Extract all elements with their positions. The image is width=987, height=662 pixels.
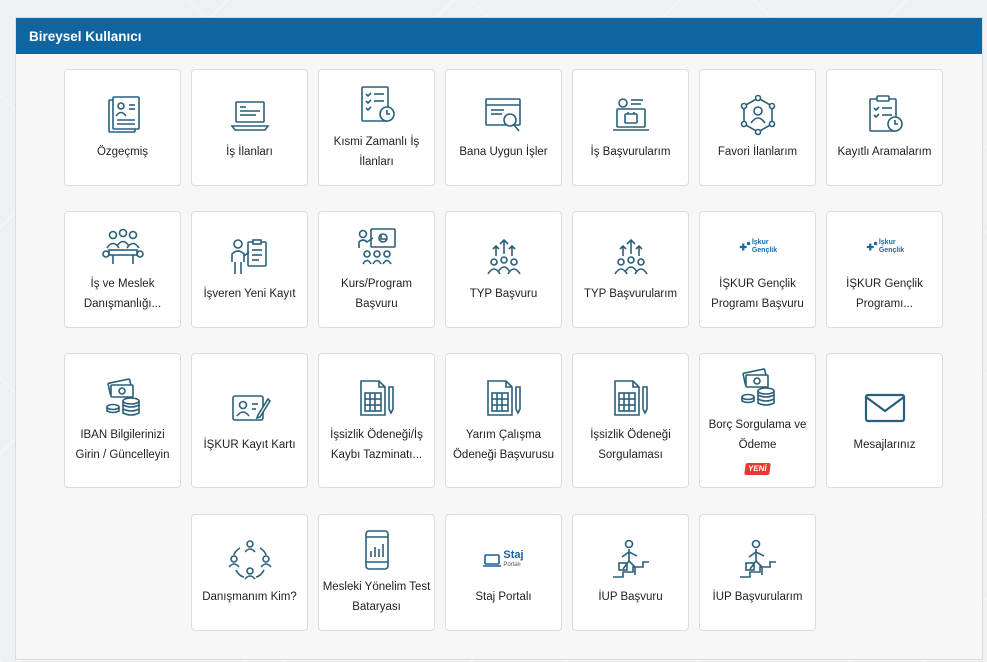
- money-coins-icon: [101, 377, 145, 419]
- tile-label: Kısmi Zamanlı İş İlanları: [333, 135, 420, 168]
- brand-line2: Gençlik: [878, 246, 905, 254]
- briefcase-laptop-icon: [609, 94, 653, 136]
- classroom-board-icon: [355, 226, 399, 268]
- tile-label: IBAN Bilgilerinizi Girin / Güncelleyin: [75, 428, 170, 461]
- tile-iskur-kayit-karti[interactable]: İŞKUR Kayıt Kartı: [191, 353, 308, 488]
- staj-logo-text: Staj: [503, 548, 524, 561]
- iskur-genclik-logo: İşkur Gençlik: [738, 226, 777, 268]
- tile-iup-basvuru[interactable]: İUP Başvuru: [572, 514, 689, 631]
- id-card-pen-icon: [228, 387, 272, 429]
- tile-label: Kayıtlı Aramalarım: [837, 145, 932, 158]
- tile-iskur-genclik-basvuru[interactable]: İşkur Gençlik İŞKUR Gençlik Programı Başv…: [699, 211, 816, 328]
- tile-iban-bilgileri[interactable]: IBAN Bilgilerinizi Girin / Güncelleyin: [64, 353, 181, 488]
- resume-icon: [101, 94, 145, 136]
- staj-logo-sub: Portalı: [503, 561, 521, 568]
- tile-label: İş İlanları: [226, 145, 273, 158]
- tile-label: Staj Portalı: [475, 590, 532, 603]
- tile-label: Yarım Çalışma Ödeneği Başvurusu: [452, 428, 554, 461]
- tile-kismi-zamanli[interactable]: Kısmi Zamanlı İş İlanları: [318, 69, 435, 186]
- brand-line1: İşkur: [878, 238, 896, 246]
- envelope-icon: [863, 387, 907, 429]
- brand-line2: Gençlik: [751, 246, 778, 254]
- tile-iup-basvurularim[interactable]: İUP Başvurularım: [699, 514, 816, 631]
- tile-bana-uygun[interactable]: Bana Uygun İşler: [445, 69, 562, 186]
- tile-label: TYP Başvurularım: [583, 287, 678, 300]
- document-calculator-icon: [355, 377, 399, 419]
- panel-title: Bireysel Kullanıcı: [29, 28, 142, 44]
- money-coins-icon: [736, 367, 780, 409]
- tile-yarim-calisma[interactable]: Yarım Çalışma Ödeneği Başvurusu: [445, 353, 562, 488]
- meeting-icon: [101, 226, 145, 268]
- tile-label: Mesleki Yönelim Test Bataryası: [322, 580, 431, 613]
- tile-label: İşsizlik Ödeneği/İş Kaybı Tazminatı...: [330, 428, 423, 461]
- smartphone-chart-icon: [355, 529, 399, 571]
- document-calculator-icon: [609, 377, 653, 419]
- tile-ozgecmis[interactable]: Özgeçmiş: [64, 69, 181, 186]
- tile-isveren-yeni-kayit[interactable]: İşveren Yeni Kayıt: [191, 211, 308, 328]
- tile-is-meslek-danismanligi[interactable]: İş ve Meslek Danışmanlığı...: [64, 211, 181, 328]
- network-person-icon: [736, 94, 780, 136]
- iskur-genclik-logo: İşkur Gençlik: [865, 226, 904, 268]
- tile-label: Özgeçmiş: [96, 145, 149, 158]
- panel-header: Bireysel Kullanıcı: [16, 18, 982, 54]
- tile-borc-sorgulama[interactable]: Borç Sorgulama ve Ödeme YENİ: [699, 353, 816, 488]
- bireysel-kullanici-panel: Bireysel Kullanıcı Özgeçmiş İş İlanları …: [15, 17, 983, 660]
- checklist-clock-icon: [355, 84, 399, 126]
- tile-label: İUP Başvurularım: [712, 590, 803, 603]
- tile-label: İŞKUR Gençlik Programı...: [846, 277, 923, 310]
- staj-portali-logo: Staj Portalı: [483, 539, 524, 581]
- tile-label: Mesajlarınız: [853, 438, 916, 451]
- document-calculator-icon: [482, 377, 526, 419]
- new-badge: YENİ: [744, 462, 771, 475]
- tile-label: Favori İlanlarım: [717, 145, 798, 158]
- tile-typ-basvuru[interactable]: TYP Başvuru: [445, 211, 562, 328]
- tile-label: Danışmanım Kim?: [202, 590, 297, 603]
- tile-label: Bana Uygun İşler: [459, 145, 548, 158]
- tile-is-ilanlari[interactable]: İş İlanları: [191, 69, 308, 186]
- tile-mesleki-yonelim[interactable]: Mesleki Yönelim Test Bataryası: [318, 514, 435, 631]
- tile-label: İŞKUR Gençlik Programı Başvuru: [711, 277, 804, 310]
- tile-label: İŞKUR Kayıt Kartı: [203, 438, 296, 451]
- tile-label: İş ve Meslek Danışmanlığı...: [83, 277, 162, 310]
- tile-label: İUP Başvuru: [598, 590, 663, 603]
- brand-line1: İşkur: [751, 238, 769, 246]
- tile-danismanim-kim[interactable]: Danışmanım Kim?: [191, 514, 308, 631]
- tile-is-basvurularim[interactable]: İş Başvurularım: [572, 69, 689, 186]
- tile-label: İşveren Yeni Kayıt: [203, 287, 296, 300]
- tile-issizlik-odenegi-is-kaybi[interactable]: İşsizlik Ödeneği/İş Kaybı Tazminatı...: [318, 353, 435, 488]
- climbing-stairs-icon: [736, 539, 780, 581]
- tile-label: TYP Başvuru: [469, 287, 538, 300]
- tile-staj-portali[interactable]: Staj Portalı Staj Portalı: [445, 514, 562, 631]
- tile-issizlik-sorgulama[interactable]: İşsizlik Ödeneği Sorgulaması: [572, 353, 689, 488]
- climbing-stairs-icon: [609, 539, 653, 581]
- presenter-clipboard-icon: [228, 236, 272, 278]
- laptop-icon: [228, 94, 272, 136]
- browser-search-icon: [482, 94, 526, 136]
- tile-iskur-genclik-programi[interactable]: İşkur Gençlik İŞKUR Gençlik Programı...: [826, 211, 943, 328]
- people-cycle-icon: [227, 539, 272, 581]
- clipboard-clock-icon: [863, 94, 907, 136]
- tile-typ-basvurularim[interactable]: TYP Başvurularım: [572, 211, 689, 328]
- group-growth-icon: [482, 236, 526, 278]
- tile-kayitli-aramalarim[interactable]: Kayıtlı Aramalarım: [826, 69, 943, 186]
- tile-favori-ilanlarim[interactable]: Favori İlanlarım: [699, 69, 816, 186]
- tile-kurs-program-basvuru[interactable]: Kurs/Program Başvuru: [318, 211, 435, 328]
- tile-label: Borç Sorgulama ve Ödeme: [708, 418, 807, 451]
- tile-mesajlariniz[interactable]: Mesajlarınız: [826, 353, 943, 488]
- group-growth-icon: [609, 236, 653, 278]
- tile-label: İş Başvurularım: [590, 145, 671, 158]
- tile-label: Kurs/Program Başvuru: [341, 277, 412, 310]
- tile-label: İşsizlik Ödeneği Sorgulaması: [590, 428, 671, 461]
